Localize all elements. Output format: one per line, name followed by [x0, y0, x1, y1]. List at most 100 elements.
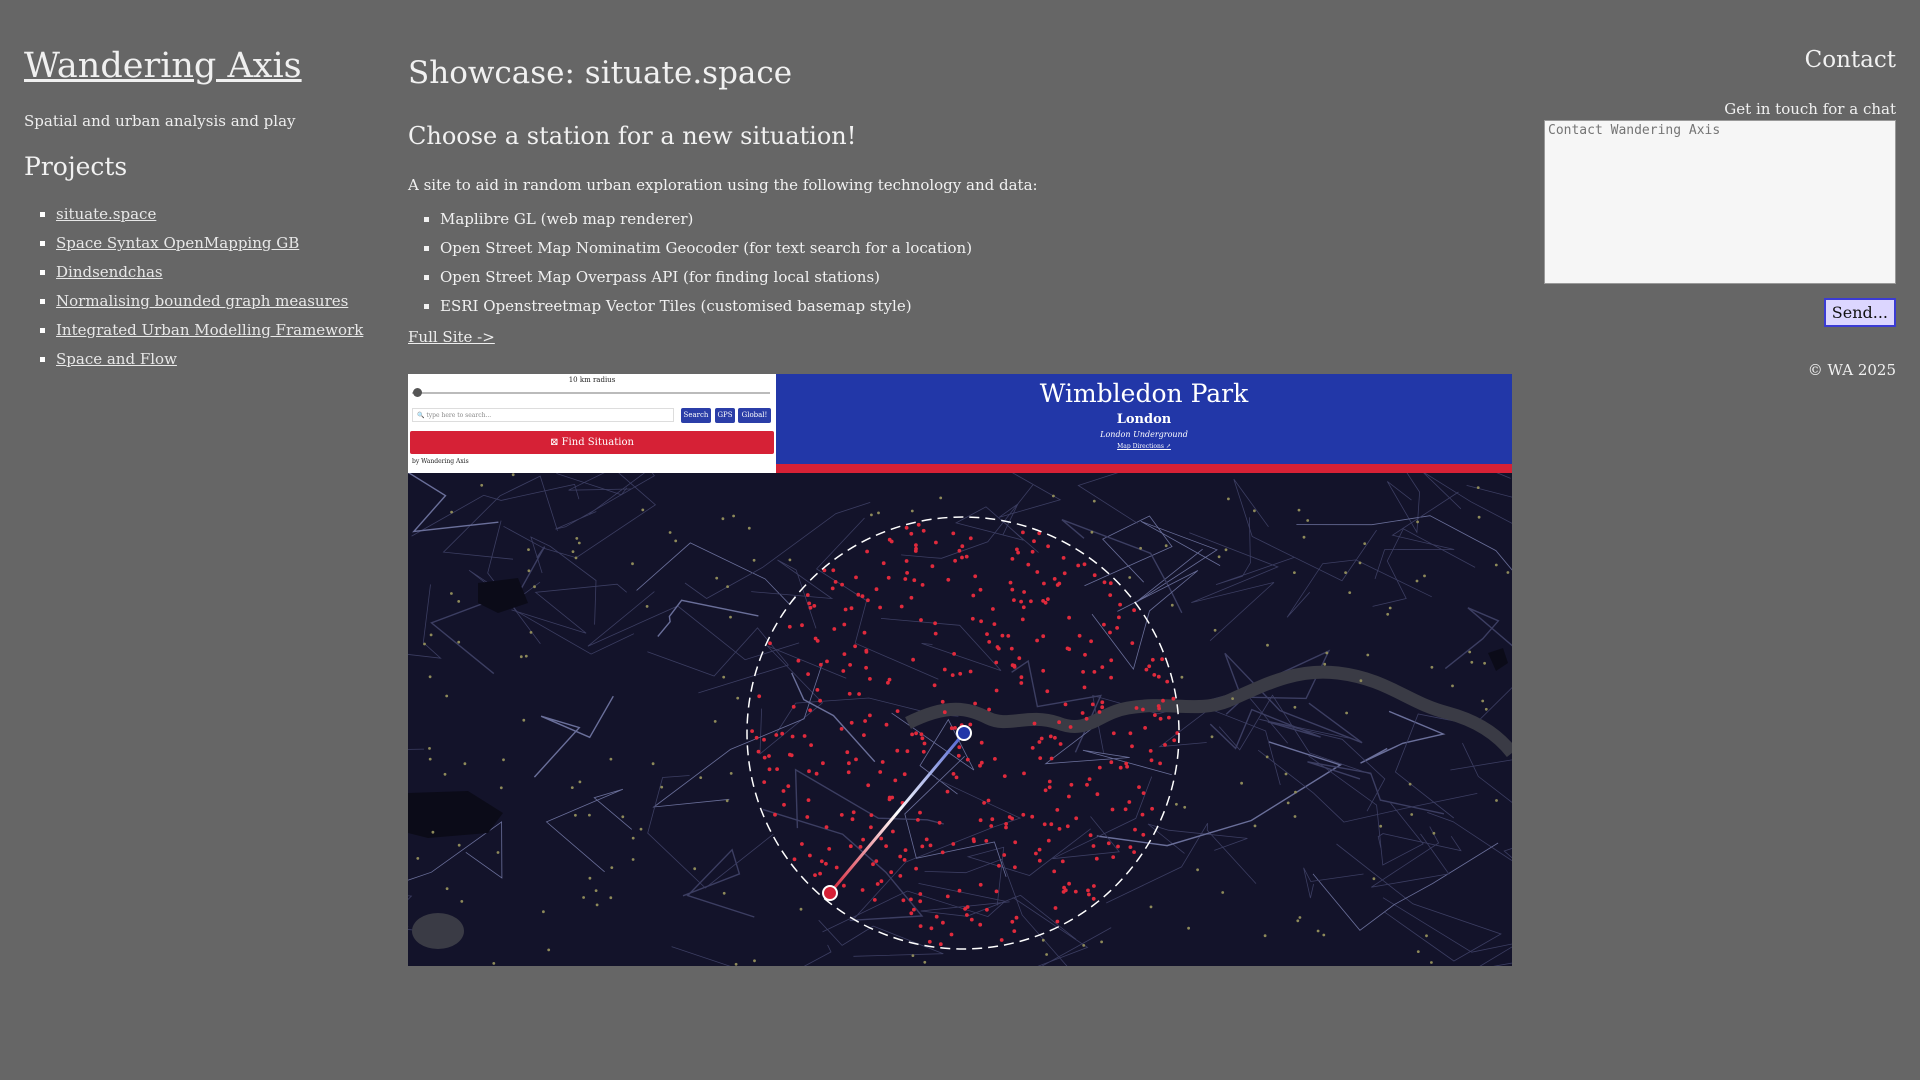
- project-link-iumf[interactable]: Integrated Urban Modelling Framework: [56, 321, 363, 339]
- station-dot: [840, 582, 844, 587]
- station-dot: [842, 883, 846, 888]
- station-dot: [850, 817, 855, 822]
- station-dot: [937, 820, 942, 825]
- station-dot: [1067, 794, 1071, 799]
- station-dot: [847, 761, 851, 766]
- contact-message-input[interactable]: [1544, 120, 1896, 284]
- station-dot: [1049, 822, 1054, 827]
- station-dot: [1087, 892, 1091, 897]
- station-dot: [790, 734, 795, 739]
- station-dot: [1046, 544, 1050, 549]
- station-dot: [1102, 580, 1107, 585]
- project-link-situate-space[interactable]: situate.space: [56, 205, 156, 223]
- outer-station-dot: [1240, 781, 1243, 785]
- station-dot: [984, 839, 989, 843]
- station-dot: [871, 862, 875, 867]
- station-dot: [1128, 845, 1133, 849]
- station-dot: [1046, 838, 1051, 843]
- site-title-link[interactable]: Wandering Axis: [24, 44, 364, 88]
- station-dot: [762, 737, 766, 742]
- station-dot: [921, 528, 926, 533]
- outer-station-dot: [1149, 905, 1153, 909]
- station-dot: [982, 801, 986, 805]
- station-dot: [780, 731, 785, 736]
- outer-station-dot: [1265, 755, 1269, 759]
- outer-station-dot: [1187, 926, 1190, 930]
- project-link-space-syntax[interactable]: Space Syntax OpenMapping GB: [56, 234, 299, 252]
- station-dot: [1004, 822, 1008, 826]
- station-dot: [1160, 657, 1164, 662]
- station-dot: [1134, 706, 1139, 710]
- station-dot: [1014, 915, 1019, 920]
- station-dot: [1013, 865, 1017, 870]
- sidebar: Wandering Axis Spatial and urban analysi…: [24, 44, 364, 377]
- station-dot: [787, 624, 792, 629]
- outer-station-dot: [1213, 628, 1217, 632]
- outer-station-dot: [699, 776, 703, 779]
- station-dot: [791, 704, 796, 709]
- station-dot: [905, 571, 909, 575]
- station-dot: [1016, 550, 1020, 555]
- station-dot: [1077, 633, 1082, 638]
- project-link-normalising[interactable]: Normalising bounded graph measures: [56, 292, 348, 310]
- station-dot: [854, 575, 858, 580]
- station-dot: [1130, 641, 1135, 645]
- station-dot: [1043, 788, 1048, 793]
- station-dot: [1037, 740, 1042, 744]
- outer-station-dot: [1052, 494, 1055, 498]
- station-dot: [1130, 744, 1134, 749]
- station-dot: [973, 574, 978, 579]
- tech-item: Maplibre GL (web map renderer): [440, 208, 1512, 237]
- station-network: London Underground: [1100, 430, 1188, 439]
- station-dot: [849, 606, 854, 611]
- station-dot: [814, 771, 819, 776]
- send-button[interactable]: Send...: [1823, 298, 1896, 327]
- outer-station-dot: [457, 600, 461, 603]
- outer-station-dot: [799, 907, 803, 911]
- station-dot: [865, 549, 869, 554]
- station-dot: [1045, 689, 1050, 694]
- outer-station-dot: [1210, 735, 1214, 739]
- station-dot: [1094, 856, 1099, 861]
- station-dot: [1089, 639, 1093, 644]
- station-dot: [863, 719, 867, 723]
- screenshot-header: 10 km radius 🔍 type here to search... Se…: [408, 374, 1512, 473]
- outer-station-dot: [1286, 801, 1290, 805]
- station-dot: [821, 761, 825, 766]
- project-link-dindsendchas[interactable]: Dindsendchas: [56, 263, 163, 281]
- outer-station-dot: [1100, 940, 1103, 944]
- station-dot: [1084, 716, 1089, 721]
- outer-station-dot: [732, 514, 735, 518]
- station-dot: [1163, 743, 1167, 747]
- station-dot: [818, 662, 823, 667]
- outer-station-dot: [1294, 790, 1297, 794]
- station-dot: [1148, 749, 1153, 753]
- station-dot: [1022, 590, 1026, 594]
- station-dot: [806, 798, 811, 802]
- station-dot: [889, 870, 894, 875]
- outer-station-dot: [1416, 520, 1419, 524]
- outer-station-dot: [1041, 938, 1045, 942]
- outer-station-dot: [582, 896, 585, 899]
- station-dot: [928, 843, 933, 848]
- station-dot: [806, 672, 810, 676]
- station-dot: [971, 593, 976, 598]
- outer-station-dot: [1297, 508, 1301, 512]
- station-dot: [890, 795, 895, 800]
- outer-station-dot: [1476, 486, 1480, 489]
- station-dot: [1002, 774, 1007, 778]
- project-link-space-and-flow[interactable]: Space and Flow: [56, 350, 177, 368]
- outer-station-dot: [639, 827, 643, 831]
- station-dot: [965, 913, 969, 917]
- station-dot: [832, 627, 837, 631]
- outer-station-dot: [939, 496, 943, 500]
- station-dot: [1004, 825, 1008, 830]
- station-dot: [969, 917, 974, 922]
- station-dot: [849, 720, 854, 725]
- station-dot: [1021, 812, 1026, 817]
- station-dot: [1156, 704, 1161, 708]
- full-site-link[interactable]: Full Site ->: [408, 328, 495, 346]
- gps-button: GPS: [715, 408, 735, 423]
- station-dot: [1026, 562, 1031, 567]
- intro-text: A site to aid in random urban exploratio…: [408, 176, 1038, 194]
